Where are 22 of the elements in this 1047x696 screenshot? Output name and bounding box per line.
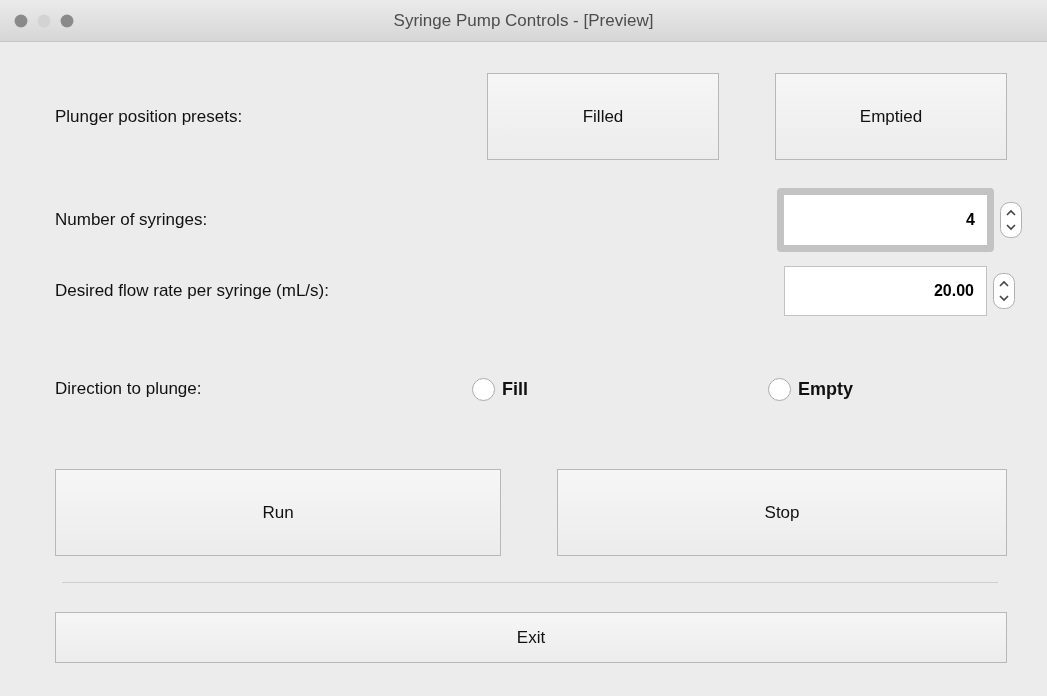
radio-option[interactable]: Fill — [472, 375, 528, 403]
close-icon[interactable] — [14, 13, 28, 28]
field-label: Number of syringes: — [55, 209, 209, 232]
radio-label: Fill — [502, 377, 528, 401]
field-label: Direction to plunge: — [55, 378, 203, 401]
radio-button[interactable] — [768, 377, 791, 401]
preset-button[interactable]: Filled — [487, 73, 719, 160]
action-button[interactable]: Stop — [557, 469, 1007, 556]
number-field[interactable]: 4 — [777, 188, 994, 252]
action-button[interactable]: Run — [55, 469, 502, 556]
field-label: Plunger position presets: — [55, 105, 244, 128]
radio-label: Empty — [798, 377, 853, 401]
stepper-icon[interactable] — [993, 273, 1015, 309]
exit-button[interactable]: Exit — [55, 612, 1007, 663]
field-label: Desired flow rate per syringe (mL/s): — [55, 280, 330, 303]
radio-button[interactable] — [472, 377, 495, 401]
number-field[interactable]: 20.00 — [784, 266, 987, 316]
preset-button[interactable]: Emptied — [775, 73, 1007, 160]
radio-option[interactable]: Empty — [768, 375, 853, 403]
window-title: Syringe Pump Controls - [Preview] — [393, 10, 654, 30]
zoom-icon[interactable] — [60, 13, 74, 28]
stepper-icon[interactable] — [1000, 202, 1022, 238]
